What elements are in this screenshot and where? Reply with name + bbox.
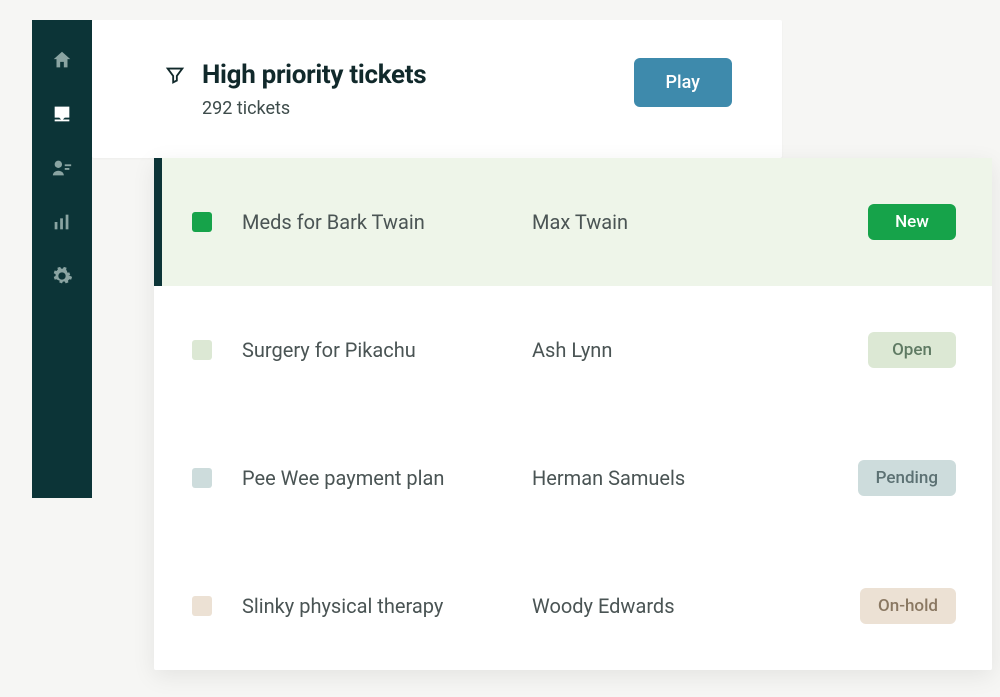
row-checkbox[interactable] <box>192 596 212 616</box>
ticket-subject: Meds for Bark Twain <box>242 210 532 234</box>
ticket-row[interactable]: Pee Wee payment plan Herman Samuels Pend… <box>154 414 992 542</box>
ticket-list: Meds for Bark Twain Max Twain New Surger… <box>154 158 992 670</box>
contacts-icon[interactable] <box>50 156 74 180</box>
ticket-subject: Surgery for Pikachu <box>242 338 532 362</box>
ticket-count: 292 tickets <box>202 98 426 119</box>
row-accent <box>154 158 162 286</box>
ticket-requester: Woody Edwards <box>532 594 782 618</box>
ticket-row[interactable]: Meds for Bark Twain Max Twain New <box>154 158 992 286</box>
ticket-row[interactable]: Slinky physical therapy Woody Edwards On… <box>154 542 992 670</box>
view-title: High priority tickets <box>202 60 426 90</box>
play-button[interactable]: Play <box>634 58 732 107</box>
ticket-row[interactable]: Surgery for Pikachu Ash Lynn Open <box>154 286 992 414</box>
filter-icon[interactable] <box>164 64 186 86</box>
settings-icon[interactable] <box>50 264 74 288</box>
status-badge: On-hold <box>860 588 956 624</box>
row-accent <box>154 542 162 670</box>
ticket-subject: Slinky physical therapy <box>242 594 532 618</box>
row-accent <box>154 414 162 542</box>
row-accent <box>154 286 162 414</box>
status-badge: New <box>868 204 956 240</box>
row-checkbox[interactable] <box>192 340 212 360</box>
sidebar <box>32 20 92 498</box>
row-checkbox[interactable] <box>192 468 212 488</box>
ticket-requester: Ash Lynn <box>532 338 782 362</box>
row-checkbox[interactable] <box>192 212 212 232</box>
status-badge: Open <box>868 332 956 368</box>
home-icon[interactable] <box>50 48 74 72</box>
inbox-icon[interactable] <box>50 102 74 126</box>
ticket-requester: Max Twain <box>532 210 782 234</box>
ticket-subject: Pee Wee payment plan <box>242 466 532 490</box>
view-header: High priority tickets 292 tickets Play <box>92 20 782 158</box>
status-badge: Pending <box>858 460 956 496</box>
reports-icon[interactable] <box>50 210 74 234</box>
ticket-requester: Herman Samuels <box>532 466 782 490</box>
